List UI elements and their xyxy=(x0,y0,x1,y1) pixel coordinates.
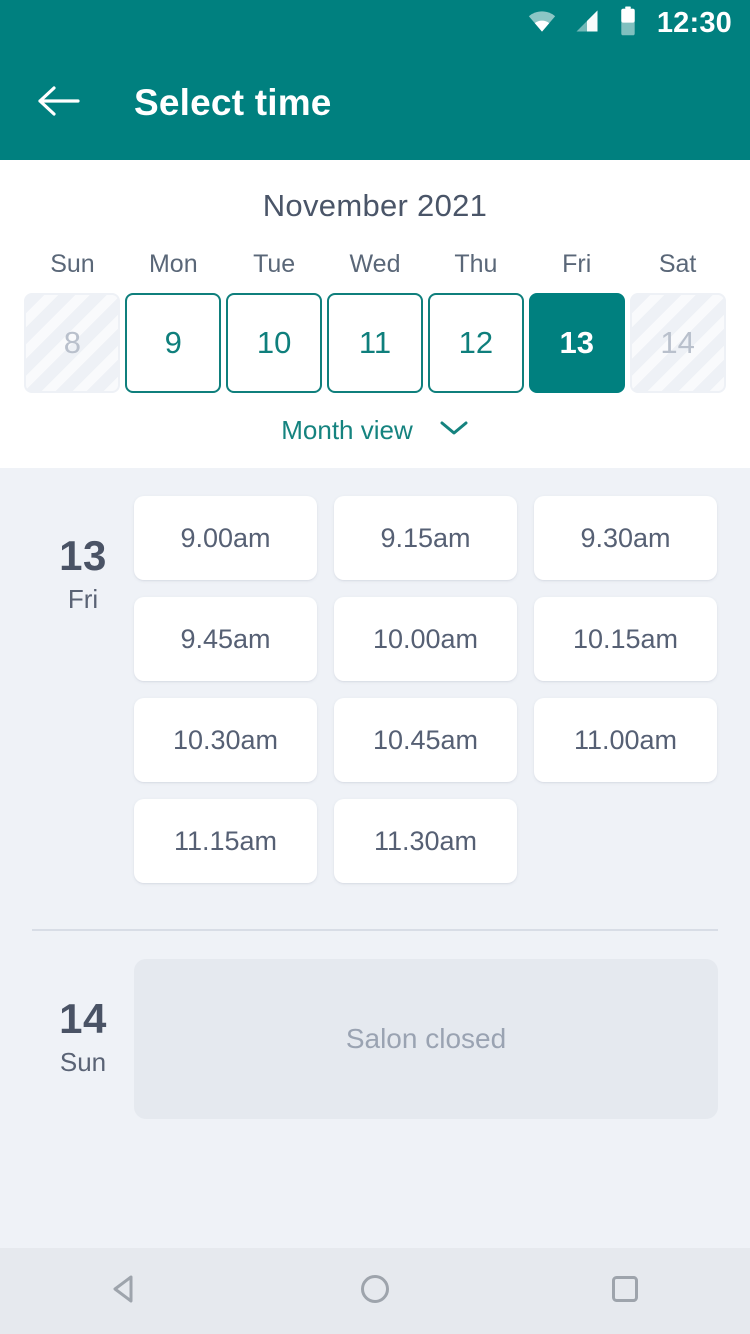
back-arrow-icon xyxy=(36,84,80,123)
calendar-weekday-row: Sun Mon Tue Wed Thu Fri Sat xyxy=(0,250,750,279)
time-slot[interactable]: 9.45am xyxy=(134,597,317,681)
day-stamp-14: 14 Sun xyxy=(32,959,134,1119)
nav-home-button[interactable] xyxy=(315,1248,435,1334)
wifi-icon xyxy=(527,6,557,41)
app-bar: Select time xyxy=(0,46,750,160)
battery-icon xyxy=(617,5,639,41)
calendar-strip: November 2021 Sun Mon Tue Wed Thu Fri Sa… xyxy=(0,160,750,468)
calendar-date-row: 8 9 10 11 12 13 14 xyxy=(0,293,750,393)
time-slot[interactable]: 11.30am xyxy=(334,799,517,883)
status-bar: 12:30 xyxy=(0,0,750,46)
time-slot[interactable]: 9.15am xyxy=(334,496,517,580)
calendar-date-11[interactable]: 11 xyxy=(327,293,423,393)
weekday-label-sat: Sat xyxy=(658,250,697,278)
calendar-date-14: 14 xyxy=(629,293,726,393)
calendar-month-label: November 2021 xyxy=(262,188,488,223)
status-bar-icons xyxy=(527,5,639,41)
time-slot[interactable]: 10.45am xyxy=(334,698,517,782)
back-button[interactable] xyxy=(34,79,82,127)
day-stamp-13: 13 Fri xyxy=(32,496,134,883)
day-number: 13 xyxy=(59,532,107,579)
weekday-label-sun: Sun xyxy=(50,250,95,278)
calendar-date-13-selected[interactable]: 13 xyxy=(528,293,625,393)
time-slot-grid: 9.00am 9.15am 9.30am 9.45am 10.00am 10.1… xyxy=(134,496,718,883)
day-of-week: Fri xyxy=(67,584,99,615)
phone-screen: 12:30 Select time November 2021 Sun Mon … xyxy=(0,0,750,1334)
page-title: Select time xyxy=(134,82,332,123)
date-cell-wrap: 12 xyxy=(425,293,526,393)
salon-closed-banner: Salon closed xyxy=(134,959,718,1119)
date-cell-wrap: 8 xyxy=(22,293,123,393)
time-slot[interactable]: 9.00am xyxy=(134,496,317,580)
date-cell-wrap: 11 xyxy=(325,293,426,393)
time-slot[interactable]: 11.15am xyxy=(134,799,317,883)
day-number: 14 xyxy=(59,995,107,1042)
weekday-label-mon: Mon xyxy=(148,250,198,278)
calendar-date-8: 8 xyxy=(24,293,121,393)
time-slot[interactable]: 10.00am xyxy=(334,597,517,681)
time-slot[interactable]: 10.30am xyxy=(134,698,317,782)
date-cell-wrap: 14 xyxy=(627,293,728,393)
weekday-label-thu: Thu xyxy=(454,250,498,278)
day-group-13: 13 Fri 9.00am 9.15am 9.30am 9.45am 10.00… xyxy=(0,468,750,883)
time-slot[interactable]: 11.00am xyxy=(534,698,717,782)
month-view-toggle[interactable]: Month view xyxy=(0,415,750,446)
status-bar-clock: 12:30 xyxy=(656,6,732,39)
day-of-week: Sun xyxy=(59,1047,107,1078)
date-cell-wrap: 13 xyxy=(526,293,627,393)
date-cell-wrap: 10 xyxy=(224,293,325,393)
time-slot[interactable]: 9.30am xyxy=(534,496,717,580)
weekday-label-tue: Tue xyxy=(253,250,296,278)
time-slot-scroll-area[interactable]: 13 Fri 9.00am 9.15am 9.30am 9.45am 10.00… xyxy=(0,468,750,1248)
weekday-label-fri: Fri xyxy=(562,250,592,278)
nav-recents-icon xyxy=(605,1269,645,1314)
chevron-down-icon xyxy=(439,419,469,442)
day-group-14: 14 Sun Salon closed xyxy=(0,931,750,1119)
time-slot[interactable]: 10.15am xyxy=(534,597,717,681)
calendar-date-9[interactable]: 9 xyxy=(125,293,222,393)
calendar-date-10[interactable]: 10 xyxy=(226,293,323,393)
date-cell-wrap: 9 xyxy=(123,293,224,393)
calendar-date-12[interactable]: 12 xyxy=(427,293,524,393)
month-view-label: Month view xyxy=(281,415,413,445)
nav-back-icon xyxy=(105,1269,145,1314)
nav-recents-button[interactable] xyxy=(565,1248,685,1334)
weekday-label-wed: Wed xyxy=(349,250,401,278)
nav-home-icon xyxy=(355,1269,395,1314)
nav-back-button[interactable] xyxy=(65,1248,185,1334)
signal-icon xyxy=(573,7,601,40)
android-nav-bar xyxy=(0,1248,750,1334)
